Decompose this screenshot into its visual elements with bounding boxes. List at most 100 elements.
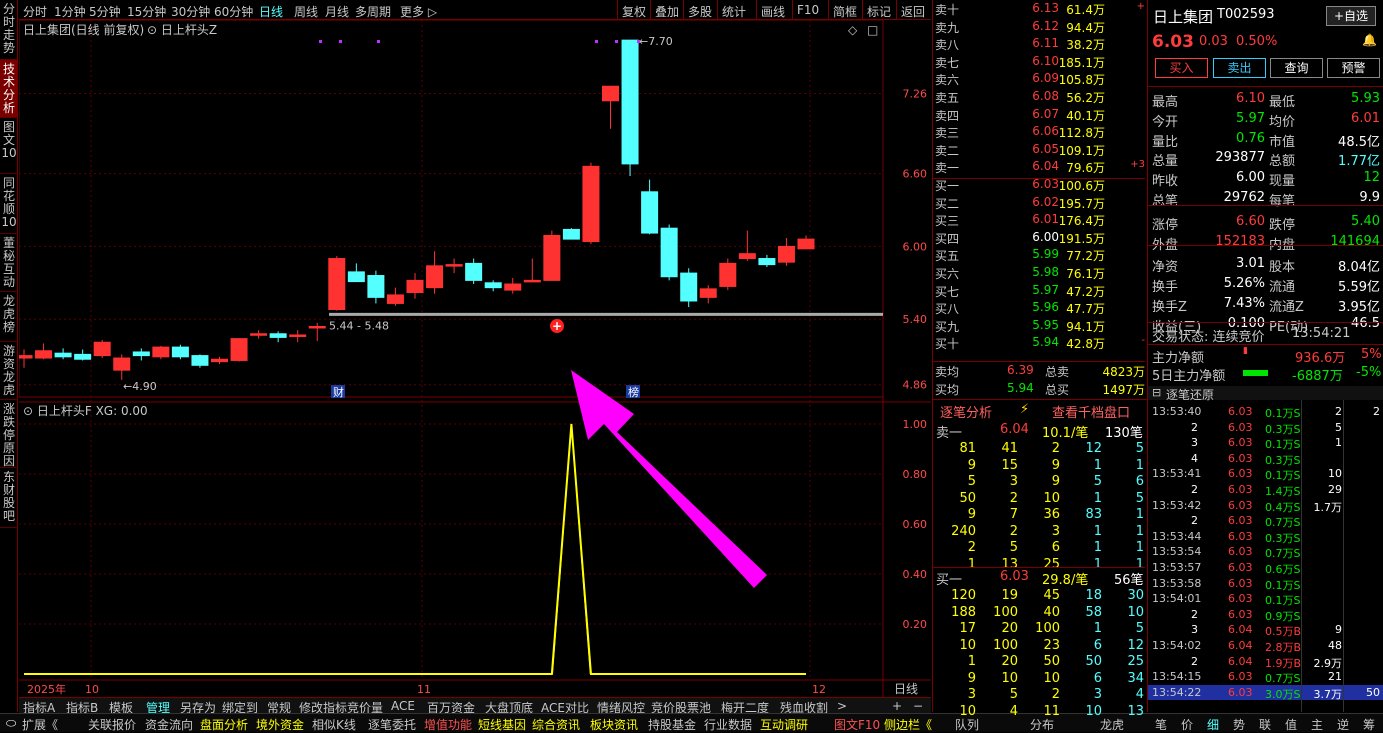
ob-row-18[interactable]: 买九 5.95 94.1万 [935,318,1147,335]
period-tab-2[interactable]: 5分钟 [89,3,121,20]
ob-row-9[interactable]: 卖一 6.04 79.6万 +3 [935,159,1147,176]
query-button[interactable]: 查询 [1270,58,1323,78]
alert-button[interactable]: 预警 [1327,58,1380,78]
left-tab-1[interactable]: 技术分析 [0,60,18,118]
bid-cell-7-1: 4 [1009,703,1018,719]
buy-button[interactable]: 买入 [1155,58,1208,78]
toolbar-btn-8[interactable]: 返回 [896,0,929,20]
left-tab-2[interactable]: 图文10 [0,118,18,174]
ob-row-13[interactable]: 买四 6.00 191.5万 [935,230,1147,247]
ob-row-6[interactable]: 卖四 6.07 40.1万 [935,107,1147,124]
toggle-switch[interactable]: ⬭ [6,716,16,731]
status-item-9[interactable]: 综合资讯 [532,716,580,733]
tab-tick-analysis[interactable]: 逐笔分析 [940,402,992,421]
status-item-10[interactable]: 板块资讯 [590,716,638,733]
ob-row-19[interactable]: 买十 5.94 42.8万 - [935,335,1147,352]
status-item-5[interactable]: 相似K线 [312,716,356,733]
ob-row-16[interactable]: 买七 5.97 47.2万 [935,283,1147,300]
period-tab-5[interactable]: 60分钟 [214,3,253,20]
status-item-2[interactable]: 资金流向 [145,716,193,733]
self-select-button[interactable]: +自选 [1326,6,1376,26]
ob-row-8[interactable]: 卖二 6.05 109.1万 [935,142,1147,159]
ob-row-12[interactable]: 买三 6.01 176.4万 [935,212,1147,229]
ob-row-4[interactable]: 卖六 6.09 105.8万 [935,71,1147,88]
ask-cell-5-2: 3 [1051,523,1060,539]
toolbar-btn-3[interactable]: 统计 [717,0,750,20]
ob-row-7[interactable]: 卖三 6.06 112.8万 [935,124,1147,141]
ob-row-1[interactable]: 卖九 6.12 94.4万 [935,19,1147,36]
left-tab-5[interactable]: 龙虎榜 [0,292,18,342]
status-item-4[interactable]: 境外资金 [256,716,304,733]
period-tab-7[interactable]: 周线 [294,3,318,20]
tick-tab-6[interactable]: 主 [1311,716,1323,733]
period-tab-3[interactable]: 15分钟 [127,3,166,20]
tick-tab-8[interactable]: 筹 [1363,716,1375,733]
ob-row-11[interactable]: 买二 6.02 195.7万 [935,195,1147,212]
ob-row-0[interactable]: 卖十 6.13 61.4万 + [935,1,1147,18]
tabs-add-icon[interactable]: + [892,699,902,713]
tick-tab-4[interactable]: 联 [1259,716,1271,733]
left-tab-4[interactable]: 董秘互动 [0,234,18,292]
ob-row-2[interactable]: 卖八 6.11 38.2万 [935,36,1147,53]
status-item-13[interactable]: 互动调研 [760,716,808,733]
panel-tab-0[interactable]: 队列 [955,716,979,733]
ob-row-14[interactable]: 买五 5.99 77.2万 [935,247,1147,264]
panel-tab-1[interactable]: 分布 [1030,716,1054,733]
tabs-remove-icon[interactable]: − [913,699,923,713]
toolbar-btn-0[interactable]: 复权 [617,0,650,20]
tab-depth[interactable]: 查看千档盘口 [1052,402,1130,421]
period-tab-8[interactable]: 月线 [325,3,349,20]
status-item-12[interactable]: 行业数据 [704,716,752,733]
toolbar-btn-7[interactable]: 标记 [862,0,895,20]
tp-collapse-icon[interactable]: ⊟ [1152,386,1161,399]
indicator-tab-9[interactable]: ACE [391,699,415,713]
left-tab-7[interactable]: 涨跌停原因 [0,400,18,468]
tabs-next-icon[interactable]: > [837,699,847,713]
tick-tab-3[interactable]: 势 [1233,716,1245,733]
status-right-0[interactable]: 图文F10 [834,716,880,733]
toolbar-btn-2[interactable]: 多股 [683,0,716,20]
ob-row-5[interactable]: 卖五 6.08 56.2万 [935,89,1147,106]
tick-tab-5[interactable]: 值 [1285,716,1297,733]
tick-tab-7[interactable]: 逆 [1337,716,1349,733]
bell-icon[interactable]: 🔔 [1362,33,1377,47]
tick-tab-2[interactable]: 细 [1207,716,1219,733]
status-item-6[interactable]: 逐笔委托 [368,716,416,733]
candle-body-1 [35,350,53,359]
status-item-11[interactable]: 持股基金 [648,716,696,733]
status-item-0[interactable]: 扩展《 [22,716,58,733]
period-tab-10[interactable]: 更多 ▷ [400,3,437,20]
toolbar-btn-1[interactable]: 叠加 [650,0,683,20]
sell-button[interactable]: 卖出 [1213,58,1266,78]
period-tab-6[interactable]: 日线 [259,3,283,20]
tick-tab-0[interactable]: 笔 [1155,716,1167,733]
period-tab-0[interactable]: 分时 [23,3,47,20]
period-tab-4[interactable]: 30分钟 [171,3,210,20]
period-tab-9[interactable]: 多周期 [355,3,391,20]
status-item-8[interactable]: 短线基因 [478,716,526,733]
ob-row-3[interactable]: 卖七 6.10 185.1万 [935,54,1147,71]
status-item-1[interactable]: 关联报价 [88,716,136,733]
toolbar-btn-4[interactable]: 画线 [756,0,789,20]
lightning-icon[interactable]: ⚡ [1020,402,1029,417]
kline-chart[interactable]: 7.26 6.60 6.00 5.40 4.86 日上集团(日线 前复权) ⊙ 日上杆头Z ◇… [19,20,931,697]
indicator-label[interactable]: ⊙ 日上杆头Z [147,23,217,37]
status-item-7[interactable]: 增值功能 [424,716,472,733]
left-tab-6[interactable]: 游资龙虎 [0,342,18,400]
ob-row-15[interactable]: 买六 5.98 76.1万 [935,265,1147,282]
diamond-icon[interactable]: ◇ [848,23,858,37]
status-right-1[interactable]: 侧边栏《 [884,716,932,733]
status-item-3[interactable]: 盘面分析 [200,716,248,733]
panel-tab-2[interactable]: 龙虎 [1100,716,1124,733]
ob-row-10[interactable]: 买一 6.03 100.6万 [935,177,1147,194]
left-tab-8[interactable]: 东财股吧 [0,468,18,528]
ob-row-17[interactable]: 买八 5.96 47.7万 [935,300,1147,317]
period-tab-1[interactable]: 1分钟 [54,3,86,20]
toolbar-btn-6[interactable]: 简框 [828,0,861,20]
collapse-icon[interactable]: □ [867,23,878,37]
annotation-arrow [571,370,767,588]
tick-tab-1[interactable]: 价 [1181,716,1193,733]
left-tab-0[interactable]: 分时走势 [0,0,18,60]
toolbar-btn-5[interactable]: F10 [792,0,823,20]
left-tab-3[interactable]: 同花顺10 [0,174,18,234]
